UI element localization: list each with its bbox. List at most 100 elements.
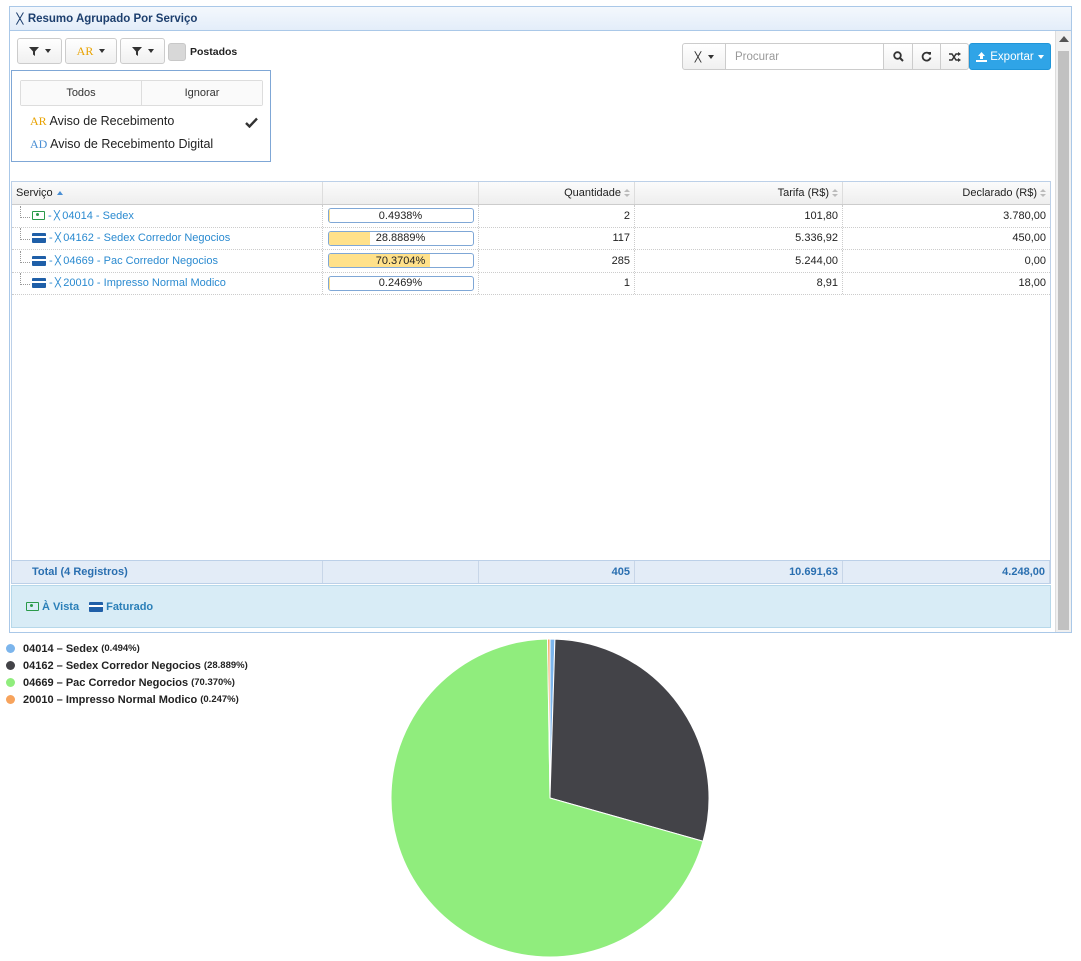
scroll-thumb[interactable] [1058, 51, 1069, 630]
table-row[interactable]: - ᚷ 04669 - Pac Corredor Negocios 70.3704% 2… [12, 250, 1050, 273]
card-icon [89, 601, 104, 612]
cell-servico: - ᚷ 04162 - Sedex Corredor Negocios [12, 227, 323, 249]
cell-quantidade: 117 [479, 227, 635, 249]
progress-label: 0.4938% [378, 209, 423, 222]
card-icon [32, 278, 46, 289]
footer-tarifa: 10.691,63 [635, 561, 843, 583]
footer-label: Total (4 Registros) [12, 561, 323, 583]
table-row[interactable]: - ᚷ 04014 - Sedex 0.4938% 2 101,80 3.780,00 [12, 205, 1050, 228]
cell-servico: - ᚷ 04669 - Pac Corredor Negocios [12, 250, 323, 272]
dash-separator: - [49, 277, 53, 290]
search-scope-dropdown[interactable]: ᚷ [682, 43, 726, 70]
menu-item-aviso-recebimento[interactable]: AR Aviso de Recebimento [30, 114, 174, 129]
table-row[interactable]: - ᚷ 20010 - Impresso Normal Modico 0.2469% 1… [12, 272, 1050, 295]
payment-type-legend: À Vista Faturado [11, 585, 1051, 628]
sort-icon [832, 188, 838, 198]
upload-icon [976, 51, 988, 62]
pie-legend: 04014 – Sedex (0.494%) 04162 – Sedex Corre… [6, 640, 248, 708]
cell-declarado: 450,00 [1012, 232, 1046, 245]
cell-servico: - ᚷ 20010 - Impresso Normal Modico [12, 272, 323, 294]
cell-tarifa: 101,80 [635, 205, 843, 227]
pie-legend-item[interactable]: 04669 – Pac Corredor Negocios (70.370%) [6, 674, 248, 691]
menu-item-aviso-recebimento-digital[interactable]: AD Aviso de Recebimento Digital [30, 137, 213, 152]
service-link[interactable]: 04669 - Pac Corredor Negocios [63, 255, 218, 267]
dash-separator: - [48, 209, 52, 222]
export-button[interactable]: Exportar [969, 43, 1051, 70]
search-button[interactable] [884, 43, 913, 70]
filter-dropdown-button[interactable] [17, 38, 62, 64]
search-placeholder: Procurar [735, 50, 780, 63]
cell-tarifa: 8,91 [635, 272, 843, 294]
pie-legend-item[interactable]: 20010 – Impresso Normal Modico (0.247%) [6, 691, 248, 708]
menu-item-label: Aviso de Recebimento [49, 114, 175, 128]
ar-filter-menu: Todos Ignorar AR Aviso de Recebimento AD… [11, 70, 271, 162]
header-servico[interactable]: Serviço [12, 182, 323, 204]
legend-dot [6, 644, 15, 653]
cell-declarado: 18,00 [1018, 277, 1046, 290]
cell-percent: 0.2469% [323, 272, 479, 294]
header-declarado[interactable]: Declarado (R$) [843, 182, 1050, 204]
cell-servico: - ᚷ 04014 - Sedex [12, 205, 323, 227]
postados-checkbox[interactable] [168, 43, 186, 61]
postados-label: Postados [190, 46, 238, 58]
header-label: Declarado (R$) [962, 187, 1037, 199]
header-quantidade[interactable]: Quantidade [479, 182, 635, 204]
cell-percent: 28.8889% [323, 227, 479, 249]
service-link[interactable]: 20010 - Impresso Normal Modico [63, 277, 226, 289]
header-tarifa[interactable]: Tarifa (R$) [635, 182, 843, 204]
ar-label: AR [76, 43, 94, 58]
progress-label: 28.8889% [375, 232, 426, 245]
grid-header: Serviço Quantidade Tarifa (R$) Declarado… [12, 182, 1050, 205]
brand-x-icon: ᚷ [694, 49, 702, 64]
footer-quantidade: 405 [479, 561, 635, 583]
tree-connector [20, 273, 30, 286]
table-row[interactable]: - ᚷ 04162 - Sedex Corredor Negocios 28.8889… [12, 227, 1050, 250]
filter-dropdown-button-2[interactable] [120, 38, 165, 64]
filter-icon [28, 46, 39, 56]
cell-percent: 70.3704% [323, 250, 479, 272]
progress-label: 70.3704% [375, 254, 426, 267]
export-label: Exportar [990, 50, 1034, 63]
chevron-down-icon [1037, 54, 1044, 59]
chevron-down-icon [44, 49, 51, 53]
brand-x-icon: ᚷ [16, 11, 24, 26]
search-group: ᚷ Procurar [682, 43, 969, 70]
header-percent [323, 182, 479, 204]
refresh-button[interactable] [913, 43, 941, 70]
legend-dot [6, 695, 15, 704]
tree-connector [20, 228, 30, 241]
legend-vista: À Vista [26, 601, 79, 613]
tree-connector [20, 250, 30, 263]
pie-legend-item[interactable]: 04014 – Sedex (0.494%) [6, 640, 248, 657]
search-input[interactable]: Procurar [726, 43, 884, 70]
legend-percent: (28.889%) [203, 660, 248, 671]
dash-separator: - [49, 254, 53, 267]
progress-label: 0.2469% [378, 277, 423, 290]
shuffle-button[interactable] [941, 43, 969, 70]
service-link[interactable]: 04014 - Sedex [62, 210, 134, 222]
percent-progress-bar: 28.8889% [327, 230, 474, 246]
legend-percent: (70.370%) [191, 677, 235, 688]
header-label: Quantidade [564, 187, 621, 199]
pie-chart [390, 638, 710, 958]
service-link[interactable]: 04162 - Sedex Corredor Negocios [63, 232, 230, 244]
cash-icon [26, 602, 39, 611]
refresh-icon [921, 51, 932, 62]
ar-filter-dropdown-button[interactable]: AR [65, 38, 117, 64]
scroll-up-icon[interactable] [1059, 36, 1069, 42]
card-icon [32, 233, 46, 244]
header-label: Serviço [16, 187, 53, 199]
legend-label: 04669 – Pac Corredor Negocios [23, 676, 189, 689]
card-icon [32, 255, 46, 266]
todos-button[interactable]: Todos [21, 81, 142, 105]
shuffle-icon [948, 51, 961, 62]
vertical-scrollbar[interactable] [1055, 31, 1071, 632]
pie-legend-item[interactable]: 04162 – Sedex Corredor Negocios (28.889%) [6, 657, 248, 674]
chevron-down-icon [707, 54, 714, 59]
ignorar-button[interactable]: Ignorar [142, 81, 262, 105]
legend-percent: (0.494%) [101, 643, 140, 654]
grid-body: - ᚷ 04014 - Sedex 0.4938% 2 101,80 3.780,00- ᚷ 0… [12, 205, 1050, 295]
legend-label: 04162 – Sedex Corredor Negocios [23, 659, 201, 672]
percent-progress-bar: 0.4938% [327, 208, 474, 224]
sort-icon [1040, 188, 1046, 198]
